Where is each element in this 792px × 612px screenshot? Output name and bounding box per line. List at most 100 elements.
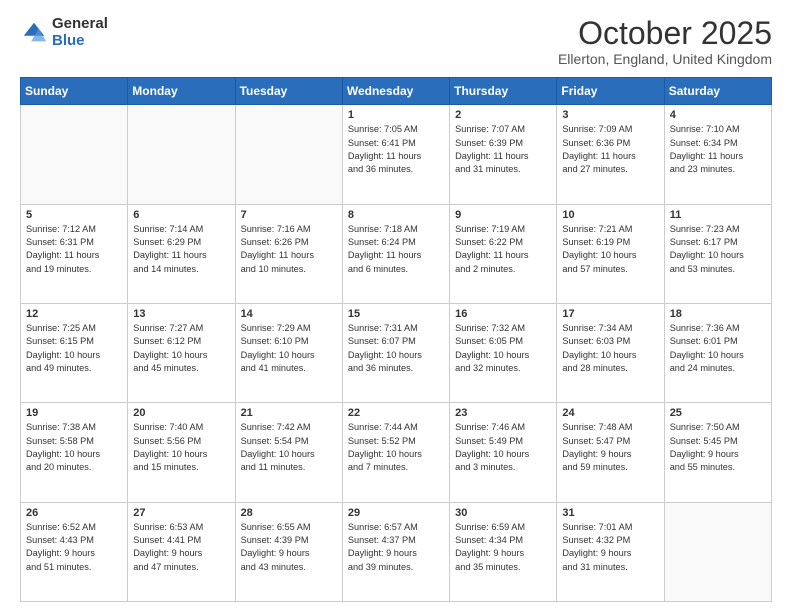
weekday-header-thursday: Thursday — [450, 78, 557, 105]
day-cell-24: 24 Sunrise: 7:48 AMSunset: 5:47 PMDayligh… — [557, 403, 664, 502]
day-info: Sunrise: 7:10 AMSunset: 6:34 PMDaylight:… — [670, 123, 766, 176]
day-info: Sunrise: 7:48 AMSunset: 5:47 PMDaylight:… — [562, 421, 658, 474]
day-number: 16 — [455, 308, 551, 320]
day-cell-5: 5 Sunrise: 7:12 AMSunset: 6:31 PMDaylight… — [21, 204, 128, 303]
weekday-header-saturday: Saturday — [664, 78, 771, 105]
day-cell-21: 21 Sunrise: 7:42 AMSunset: 5:54 PMDayligh… — [235, 403, 342, 502]
day-number: 2 — [455, 109, 551, 121]
day-cell-28: 28 Sunrise: 6:55 AMSunset: 4:39 PMDayligh… — [235, 502, 342, 601]
day-cell-20: 20 Sunrise: 7:40 AMSunset: 5:56 PMDayligh… — [128, 403, 235, 502]
day-cell-14: 14Sunrise: 7:29 AMSunset: 6:10 PMDayligh… — [235, 303, 342, 402]
empty-cell — [21, 105, 128, 204]
weekday-header-wednesday: Wednesday — [342, 78, 449, 105]
day-cell-25: 25Sunrise: 7:50 AMSunset: 5:45 PMDayligh… — [664, 403, 771, 502]
day-number: 30 — [455, 507, 551, 519]
day-number: 20 — [133, 407, 229, 419]
day-number: 17 — [562, 308, 658, 320]
day-info: Sunrise: 7:27 AMSunset: 6:12 PMDaylight:… — [133, 322, 229, 375]
day-cell-6: 6 Sunrise: 7:14 AMSunset: 6:29 PMDaylight… — [128, 204, 235, 303]
day-info: Sunrise: 7:42 AMSunset: 5:54 PMDaylight:… — [241, 421, 337, 474]
day-cell-13: 13 Sunrise: 7:27 AMSunset: 6:12 PMDayligh… — [128, 303, 235, 402]
day-number: 23 — [455, 407, 551, 419]
day-number: 4 — [670, 109, 766, 121]
week-row-4: 26 Sunrise: 6:52 AMSunset: 4:43 PMDayligh… — [21, 502, 772, 601]
day-cell-2: 2Sunrise: 7:07 AMSunset: 6:39 PMDaylight… — [450, 105, 557, 204]
day-cell-31: 31Sunrise: 7:01 AMSunset: 4:32 PMDayligh… — [557, 502, 664, 601]
logo-general-text: General — [52, 16, 108, 33]
day-info: Sunrise: 7:38 AMSunset: 5:58 PMDaylight:… — [26, 421, 122, 474]
day-number: 28 — [241, 507, 337, 519]
weekday-header-row: SundayMondayTuesdayWednesdayThursdayFrid… — [21, 78, 772, 105]
week-row-2: 12Sunrise: 7:25 AMSunset: 6:15 PMDayligh… — [21, 303, 772, 402]
empty-cell — [664, 502, 771, 601]
day-number: 25 — [670, 407, 766, 419]
day-number: 15 — [348, 308, 444, 320]
day-cell-1: 1 Sunrise: 7:05 AMSunset: 6:41 PMDaylight… — [342, 105, 449, 204]
day-cell-30: 30 Sunrise: 6:59 AMSunset: 4:34 PMDayligh… — [450, 502, 557, 601]
day-info: Sunrise: 7:18 AMSunset: 6:24 PMDaylight:… — [348, 223, 444, 276]
logo-blue-text: Blue — [52, 33, 108, 50]
day-number: 21 — [241, 407, 337, 419]
day-info: Sunrise: 7:14 AMSunset: 6:29 PMDaylight:… — [133, 223, 229, 276]
day-info: Sunrise: 6:57 AMSunset: 4:37 PMDaylight:… — [348, 521, 444, 574]
day-info: Sunrise: 7:40 AMSunset: 5:56 PMDaylight:… — [133, 421, 229, 474]
day-number: 22 — [348, 407, 444, 419]
day-number: 6 — [133, 209, 229, 221]
day-info: Sunrise: 7:32 AMSunset: 6:05 PMDaylight:… — [455, 322, 551, 375]
day-number: 31 — [562, 507, 658, 519]
day-number: 1 — [348, 109, 444, 121]
day-cell-22: 22 Sunrise: 7:44 AMSunset: 5:52 PMDayligh… — [342, 403, 449, 502]
day-number: 29 — [348, 507, 444, 519]
day-cell-4: 4 Sunrise: 7:10 AMSunset: 6:34 PMDaylight… — [664, 105, 771, 204]
day-number: 3 — [562, 109, 658, 121]
day-info: Sunrise: 7:16 AMSunset: 6:26 PMDaylight:… — [241, 223, 337, 276]
day-number: 7 — [241, 209, 337, 221]
day-cell-9: 9 Sunrise: 7:19 AMSunset: 6:22 PMDaylight… — [450, 204, 557, 303]
day-info: Sunrise: 7:36 AMSunset: 6:01 PMDaylight:… — [670, 322, 766, 375]
location: Ellerton, England, United Kingdom — [558, 51, 772, 67]
day-info: Sunrise: 6:59 AMSunset: 4:34 PMDaylight:… — [455, 521, 551, 574]
day-cell-15: 15 Sunrise: 7:31 AMSunset: 6:07 PMDayligh… — [342, 303, 449, 402]
day-number: 12 — [26, 308, 122, 320]
weekday-header-monday: Monday — [128, 78, 235, 105]
day-cell-12: 12Sunrise: 7:25 AMSunset: 6:15 PMDayligh… — [21, 303, 128, 402]
day-number: 9 — [455, 209, 551, 221]
calendar-table: SundayMondayTuesdayWednesdayThursdayFrid… — [20, 77, 772, 602]
day-number: 27 — [133, 507, 229, 519]
day-cell-16: 16 Sunrise: 7:32 AMSunset: 6:05 PMDayligh… — [450, 303, 557, 402]
day-info: Sunrise: 7:44 AMSunset: 5:52 PMDaylight:… — [348, 421, 444, 474]
day-number: 14 — [241, 308, 337, 320]
day-info: Sunrise: 7:09 AMSunset: 6:36 PMDaylight:… — [562, 123, 658, 176]
day-cell-27: 27 Sunrise: 6:53 AMSunset: 4:41 PMDayligh… — [128, 502, 235, 601]
title-block: October 2025 Ellerton, England, United K… — [558, 16, 772, 67]
weekday-header-sunday: Sunday — [21, 78, 128, 105]
day-info: Sunrise: 7:05 AMSunset: 6:41 PMDaylight:… — [348, 123, 444, 176]
day-info: Sunrise: 7:23 AMSunset: 6:17 PMDaylight:… — [670, 223, 766, 276]
day-number: 13 — [133, 308, 229, 320]
empty-cell — [128, 105, 235, 204]
page-header: General Blue October 2025 Ellerton, Engl… — [20, 16, 772, 67]
day-info: Sunrise: 6:52 AMSunset: 4:43 PMDaylight:… — [26, 521, 122, 574]
day-info: Sunrise: 7:46 AMSunset: 5:49 PMDaylight:… — [455, 421, 551, 474]
day-info: Sunrise: 7:34 AMSunset: 6:03 PMDaylight:… — [562, 322, 658, 375]
day-number: 26 — [26, 507, 122, 519]
day-number: 8 — [348, 209, 444, 221]
week-row-0: 1 Sunrise: 7:05 AMSunset: 6:41 PMDaylight… — [21, 105, 772, 204]
day-cell-17: 17 Sunrise: 7:34 AMSunset: 6:03 PMDayligh… — [557, 303, 664, 402]
month-title: October 2025 — [558, 16, 772, 51]
day-number: 11 — [670, 209, 766, 221]
week-row-1: 5 Sunrise: 7:12 AMSunset: 6:31 PMDaylight… — [21, 204, 772, 303]
day-number: 24 — [562, 407, 658, 419]
day-number: 5 — [26, 209, 122, 221]
day-info: Sunrise: 7:12 AMSunset: 6:31 PMDaylight:… — [26, 223, 122, 276]
day-cell-23: 23 Sunrise: 7:46 AMSunset: 5:49 PMDayligh… — [450, 403, 557, 502]
day-cell-8: 8 Sunrise: 7:18 AMSunset: 6:24 PMDaylight… — [342, 204, 449, 303]
day-info: Sunrise: 7:19 AMSunset: 6:22 PMDaylight:… — [455, 223, 551, 276]
day-info: Sunrise: 6:53 AMSunset: 4:41 PMDaylight:… — [133, 521, 229, 574]
day-cell-19: 19Sunrise: 7:38 AMSunset: 5:58 PMDayligh… — [21, 403, 128, 502]
day-cell-18: 18 Sunrise: 7:36 AMSunset: 6:01 PMDayligh… — [664, 303, 771, 402]
day-number: 18 — [670, 308, 766, 320]
day-info: Sunrise: 7:31 AMSunset: 6:07 PMDaylight:… — [348, 322, 444, 375]
day-info: Sunrise: 6:55 AMSunset: 4:39 PMDaylight:… — [241, 521, 337, 574]
logo: General Blue — [20, 16, 108, 49]
